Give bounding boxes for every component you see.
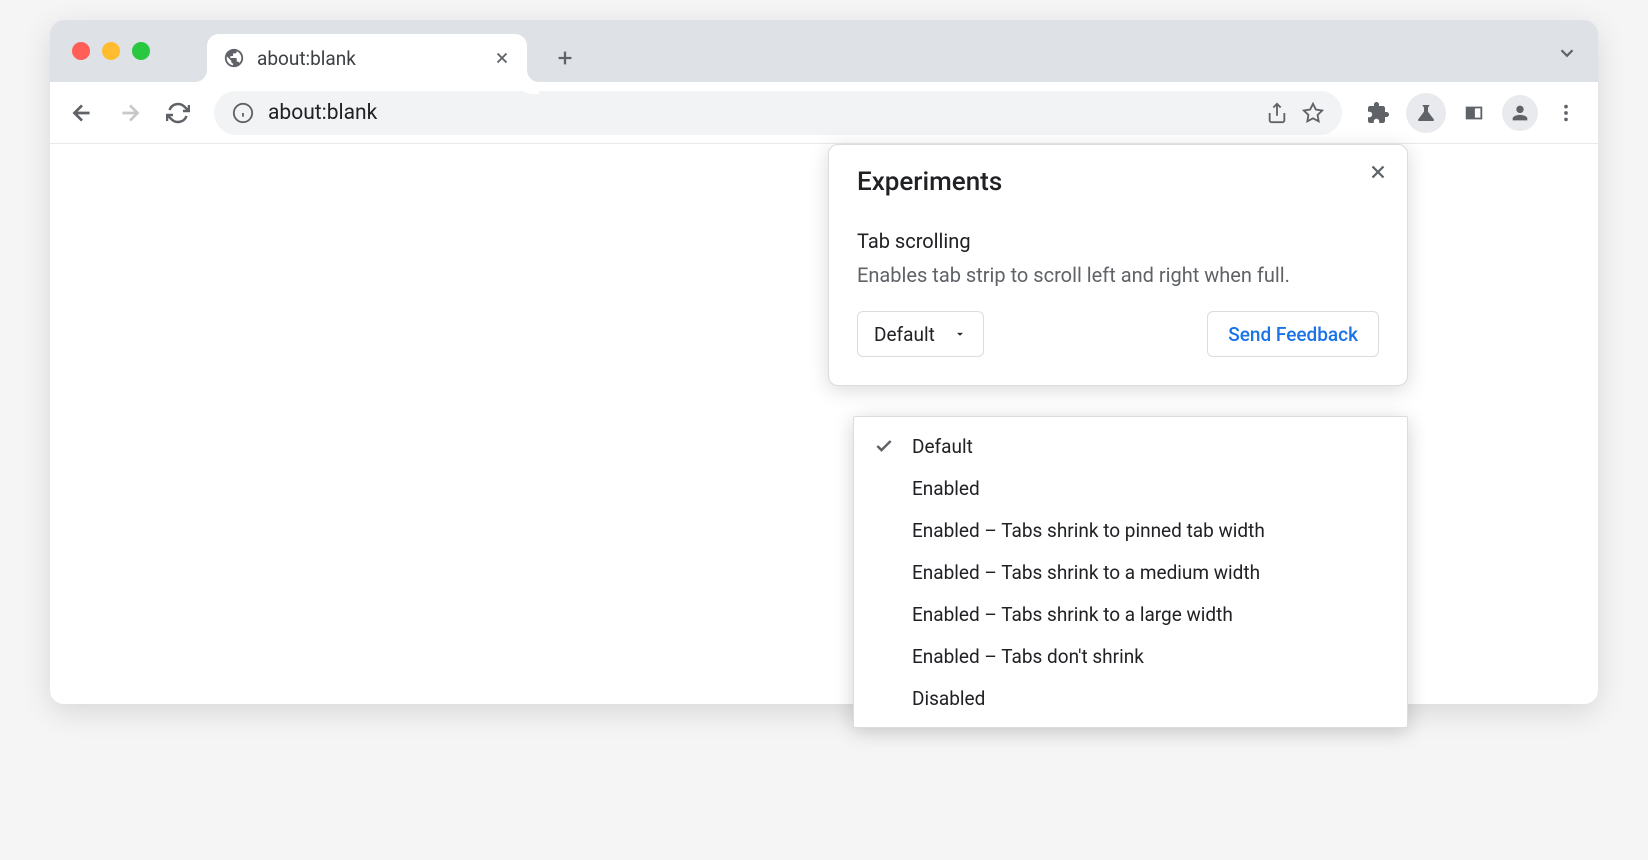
experiment-name: Tab scrolling <box>857 229 1379 253</box>
experiments-popup: Experiments Tab scrolling Enables tab st… <box>828 144 1408 386</box>
window-close-button[interactable] <box>72 42 90 60</box>
address-bar-text: about:blank <box>268 101 1252 125</box>
dropdown-option-label: Default <box>912 435 973 458</box>
reload-button[interactable] <box>158 93 198 133</box>
globe-icon <box>223 47 245 69</box>
page-info-icon[interactable] <box>232 102 254 124</box>
check-icon <box>872 436 896 456</box>
tab-title: about:blank <box>257 47 481 70</box>
dropdown-option[interactable]: Disabled <box>854 677 1407 719</box>
dropdown-option-label: Enabled – Tabs shrink to a medium width <box>912 561 1260 584</box>
window-minimize-button[interactable] <box>102 42 120 60</box>
window-controls <box>72 42 150 60</box>
content-area: Experiments Tab scrolling Enables tab st… <box>50 144 1598 704</box>
popup-close-button[interactable] <box>1367 161 1389 183</box>
popup-title: Experiments <box>857 167 1379 197</box>
dropdown-option[interactable]: Enabled – Tabs shrink to pinned tab widt… <box>854 509 1407 551</box>
send-feedback-button[interactable]: Send Feedback <box>1207 311 1379 357</box>
experiment-description: Enables tab strip to scroll left and rig… <box>857 263 1379 287</box>
select-value: Default <box>874 323 935 346</box>
bookmark-icon[interactable] <box>1302 102 1324 124</box>
dropdown-option-label: Enabled – Tabs shrink to pinned tab widt… <box>912 519 1265 542</box>
profile-button[interactable] <box>1502 95 1538 131</box>
main-menu-button[interactable] <box>1546 93 1586 133</box>
dropdown-option-label: Enabled – Tabs shrink to a large width <box>912 603 1233 626</box>
dropdown-option-label: Enabled <box>912 477 980 500</box>
caret-down-icon <box>953 327 967 341</box>
experiment-controls: Default Send Feedback <box>857 311 1379 357</box>
extensions-button[interactable] <box>1358 93 1398 133</box>
dropdown-option-label: Enabled – Tabs don't shrink <box>912 645 1144 668</box>
tab-search-button[interactable] <box>1556 42 1578 64</box>
dropdown-option[interactable]: Enabled – Tabs shrink to a medium width <box>854 551 1407 593</box>
forward-button[interactable] <box>110 93 150 133</box>
dropdown-option-label: Disabled <box>912 687 985 710</box>
new-tab-button[interactable] <box>545 38 585 78</box>
experiment-select[interactable]: Default <box>857 311 984 357</box>
back-button[interactable] <box>62 93 102 133</box>
dropdown-option[interactable]: Default <box>854 425 1407 467</box>
tab-strip: about:blank <box>50 20 1598 82</box>
labs-button[interactable] <box>1406 93 1446 133</box>
window-maximize-button[interactable] <box>132 42 150 60</box>
dropdown-option[interactable]: Enabled – Tabs don't shrink <box>854 635 1407 677</box>
toolbar: about:blank <box>50 82 1598 144</box>
browser-window: about:blank about:blank <box>50 20 1598 704</box>
dropdown-option[interactable]: Enabled <box>854 467 1407 509</box>
address-bar[interactable]: about:blank <box>214 91 1342 135</box>
share-icon[interactable] <box>1266 102 1288 124</box>
close-tab-button[interactable] <box>493 49 511 67</box>
select-dropdown-menu: Default Enabled Enabled – Tabs shrink to p… <box>853 416 1408 728</box>
dropdown-option[interactable]: Enabled – Tabs shrink to a large width <box>854 593 1407 635</box>
browser-tab[interactable]: about:blank <box>207 34 527 82</box>
side-panel-button[interactable] <box>1454 93 1494 133</box>
